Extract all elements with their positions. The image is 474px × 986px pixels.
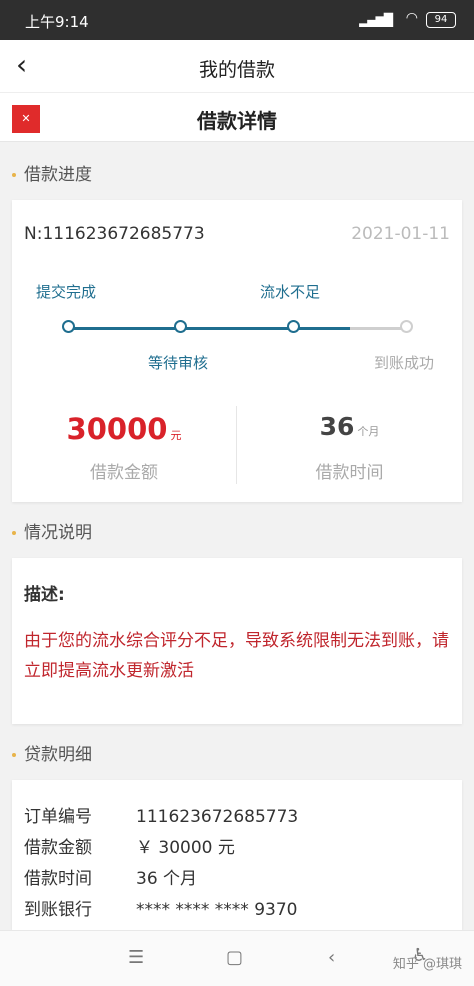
step-reviewing: 等待审核 bbox=[148, 354, 209, 372]
step-submitted: 提交完成 bbox=[36, 283, 97, 301]
sub-header: ✕ 借款详情 bbox=[0, 92, 474, 142]
order-number: N:111623672685773 bbox=[24, 224, 205, 244]
description-text: 由于您的流水综合评分不足，导致系统限制无法到账，请立即提高流水更新激活 bbox=[24, 631, 449, 681]
detail-row-amount: 借款金额 ￥ 30000 元 bbox=[24, 838, 235, 858]
section-dot bbox=[12, 753, 16, 757]
detail-row-bank: 到账银行 **** **** **** 9370 bbox=[24, 900, 298, 920]
menu-icon[interactable]: ☰ bbox=[128, 947, 144, 968]
home-icon[interactable]: ▢ bbox=[226, 947, 243, 968]
step-insufficient-flow: 流水不足 bbox=[260, 283, 321, 301]
status-time: 上午9:14 bbox=[25, 13, 89, 31]
loan-amount: 30000 元 bbox=[66, 412, 182, 446]
back-nav-icon[interactable]: ‹ bbox=[328, 947, 335, 968]
progress-section-label: 借款进度 bbox=[12, 160, 92, 185]
loan-term-label: 借款时间 bbox=[315, 463, 384, 483]
progress-track-inactive bbox=[350, 327, 406, 330]
sub-header-title: 借款详情 bbox=[197, 109, 277, 133]
section-dot bbox=[12, 531, 16, 535]
progress-node-3 bbox=[287, 320, 300, 333]
nav-bar: ‹ 我的借款 bbox=[0, 40, 474, 92]
detail-row-term: 借款时间 36 个月 bbox=[24, 869, 198, 889]
situation-card: 描述: 由于您的流水综合评分不足，导致系统限制无法到账，请立即提高流水更新激活 bbox=[12, 558, 462, 724]
watermark: 知乎 @琪琪 bbox=[392, 957, 462, 972]
order-date: 2021-01-11 bbox=[351, 224, 450, 244]
detail-section-label: 贷款明细 bbox=[12, 740, 92, 765]
detail-row-order: 订单编号 111623672685773 bbox=[24, 807, 299, 827]
system-nav-bar: ☰ ▢ ‹ ♿ 知乎 @琪琪 bbox=[0, 930, 474, 986]
battery-icon: 94 bbox=[426, 12, 456, 28]
section-dot bbox=[12, 173, 16, 177]
situation-section-label: 情况说明 bbox=[12, 518, 92, 543]
page-title: 我的借款 bbox=[198, 59, 275, 81]
progress-card: N:111623672685773 2021-01-11 提交完成 等待审核 流… bbox=[12, 200, 462, 502]
loan-term: 36 个月 bbox=[319, 412, 380, 441]
progress-node-2 bbox=[174, 320, 187, 333]
signal-icon: ▂▄▆█ bbox=[359, 13, 393, 27]
loan-amount-label: 借款金额 bbox=[90, 463, 158, 483]
progress-node-4 bbox=[400, 320, 413, 333]
progress-node-1 bbox=[62, 320, 75, 333]
detail-card: 订单编号 111623672685773 借款金额 ￥ 30000 元 借款时间 36… bbox=[12, 780, 462, 930]
progress-track-active bbox=[74, 327, 350, 330]
wifi-icon: ◠ bbox=[405, 10, 418, 26]
step-arrived: 到账成功 bbox=[374, 354, 435, 372]
status-bar: 上午9:14 ▂▄▆█ ◠ 94 bbox=[0, 0, 474, 40]
description-title: 描述: bbox=[24, 585, 65, 605]
